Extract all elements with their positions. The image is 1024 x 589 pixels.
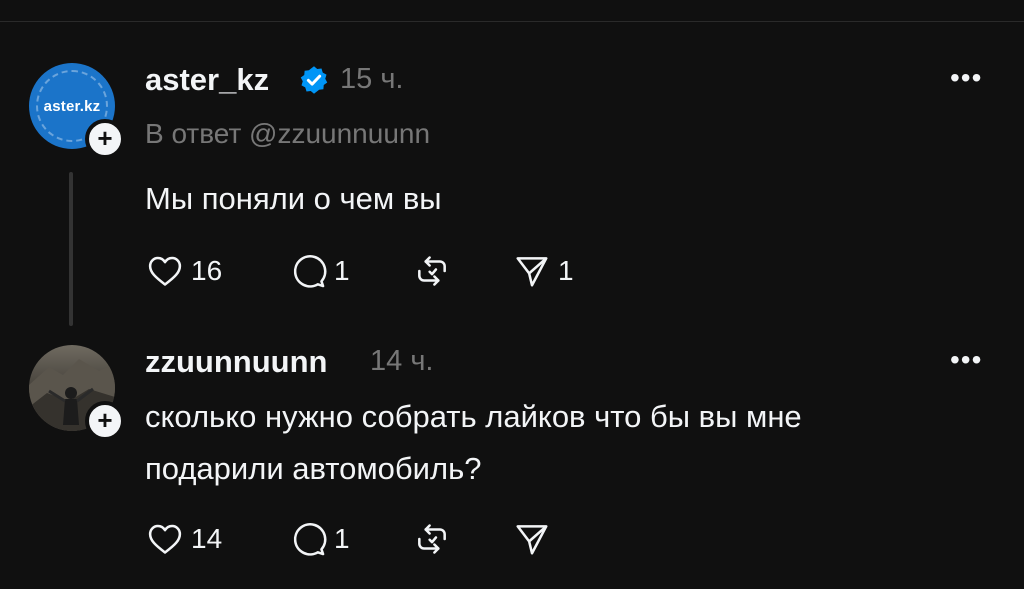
- heart-icon: [148, 524, 182, 554]
- like-button[interactable]: 16: [145, 252, 222, 290]
- follow-plus-button[interactable]: +: [85, 401, 125, 441]
- share-button[interactable]: 1: [512, 252, 574, 290]
- avatar-zzuunnuunn[interactable]: +: [29, 345, 125, 441]
- verified-icon: [300, 66, 328, 94]
- like-count: 14: [191, 523, 223, 554]
- thread-line: [69, 172, 73, 326]
- share-icon: [516, 525, 548, 555]
- heart-icon: [148, 256, 182, 286]
- share-icon: [516, 257, 548, 287]
- post-text: Мы поняли о чем вы: [145, 181, 442, 216]
- post-text-line-1: сколько нужно собрать лайков что бы вы м…: [145, 399, 802, 434]
- more-icon[interactable]: •••: [950, 344, 982, 376]
- like-button[interactable]: 14: [145, 520, 222, 558]
- follow-plus-button[interactable]: +: [85, 119, 125, 159]
- post-text-line-2: подарили автомобиль?: [145, 451, 482, 486]
- repost-button[interactable]: [412, 520, 458, 558]
- share-count: 1: [558, 255, 574, 286]
- plus-icon: +: [97, 405, 113, 435]
- repost-button[interactable]: [412, 252, 458, 290]
- plus-icon: +: [97, 123, 113, 153]
- username[interactable]: zzuunnuunn: [145, 344, 328, 380]
- comment-button[interactable]: 1: [288, 520, 350, 558]
- comment-count: 1: [334, 523, 350, 554]
- post-timestamp: 14 ч.: [370, 345, 434, 377]
- comment-count: 1: [334, 255, 350, 286]
- username[interactable]: aster_kz: [145, 62, 269, 98]
- repost-icon: [418, 524, 446, 554]
- avatar-logo-text: aster.kz: [43, 97, 101, 115]
- avatar-aster-kz[interactable]: aster.kz +: [29, 63, 125, 159]
- like-count: 16: [191, 255, 223, 286]
- share-button[interactable]: [512, 520, 558, 558]
- comment-icon: [293, 523, 327, 556]
- repost-icon: [418, 256, 446, 286]
- comment-button[interactable]: 1: [288, 252, 350, 290]
- reply-to-label[interactable]: В ответ @zzuunnuunn: [145, 118, 430, 150]
- comment-icon: [293, 255, 327, 288]
- top-divider: [0, 21, 1024, 22]
- post-timestamp: 15 ч.: [340, 63, 404, 95]
- more-icon[interactable]: •••: [950, 62, 982, 94]
